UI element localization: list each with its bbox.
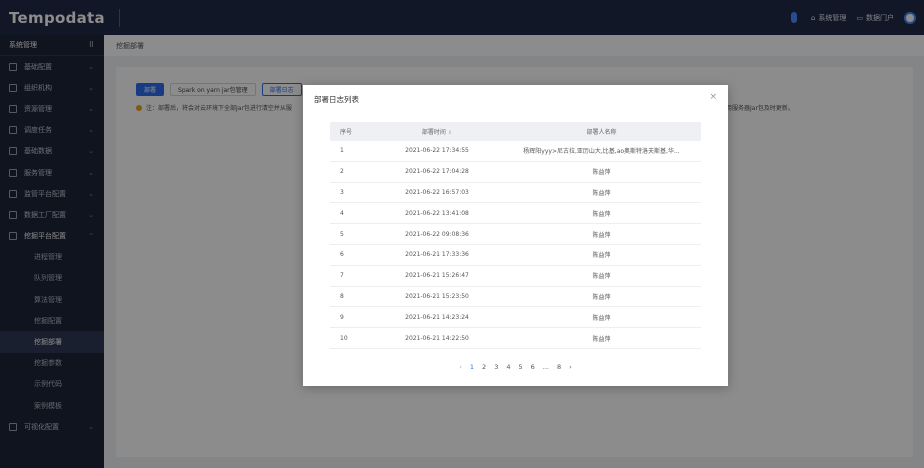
table-row: 4 2021-06-22 13:41:08 陈益萍 xyxy=(330,203,701,225)
cell-user: 陈益萍 xyxy=(592,293,611,301)
col-time[interactable]: 部署时间 ⇕ xyxy=(372,127,502,136)
page-2[interactable]: 2 xyxy=(482,363,486,371)
cell-time: 2021-06-22 17:04:28 xyxy=(405,168,469,176)
page-1[interactable]: 1 xyxy=(470,363,474,371)
table-row: 3 2021-06-22 16:57:03 陈益萍 xyxy=(330,183,701,204)
cell-user: 陈益萍 xyxy=(592,210,611,218)
table-row: 5 2021-06-22 09:08:36 陈益萍 xyxy=(330,224,701,245)
table-body: 1 2021-06-22 17:34:55 杨辉阳yyy>尼古拉,亚历山大,比基,a… xyxy=(330,141,701,349)
cell-index: 3 xyxy=(340,188,344,196)
table-row: 1 2021-06-22 17:34:55 杨辉阳yyy>尼古拉,亚历山大,比基,a… xyxy=(330,141,701,162)
deploy-log-modal: 部署日志列表 × 序号 部署时间 ⇕ 部署人名称 1 2021-06-22 17:3… xyxy=(303,85,728,386)
table-row: 9 2021-06-21 14:23:24 陈益萍 xyxy=(330,307,701,329)
table-row: 6 2021-06-21 17:33:36 陈益萍 xyxy=(330,245,701,266)
col-user: 部署人名称 xyxy=(586,129,617,136)
page-6[interactable]: 6 xyxy=(531,363,535,371)
cell-time: 2021-06-22 13:41:08 xyxy=(405,209,469,217)
table-row: 7 2021-06-21 15:26:47 陈益萍 xyxy=(330,266,701,287)
modal-title: 部署日志列表 xyxy=(314,95,359,104)
table-row: 2 2021-06-22 17:04:28 陈益萍 xyxy=(330,162,701,183)
cell-index: 7 xyxy=(340,272,344,280)
cell-user: 陈益萍 xyxy=(592,335,611,343)
sort-icon[interactable]: ⇕ xyxy=(448,130,452,136)
cell-time: 2021-06-21 14:23:24 xyxy=(405,313,469,321)
col-index: 序号 xyxy=(340,129,353,136)
table-row: 10 2021-06-21 14:22:50 陈益萍 xyxy=(330,328,701,349)
cell-index: 10 xyxy=(340,334,348,342)
cell-user: 杨辉阳yyy>尼古拉,亚历山大,比基,ao奥斯特洛夫斯基,华... xyxy=(523,148,680,156)
page-5[interactable]: 5 xyxy=(518,363,522,371)
page-8[interactable]: 8 xyxy=(557,363,561,371)
pagination: ‹ 1 2 3 4 5 6... 8 › xyxy=(303,363,728,371)
cell-time: 2021-06-21 17:33:36 xyxy=(405,251,469,259)
table-header: 序号 部署时间 ⇕ 部署人名称 xyxy=(330,122,701,141)
cell-user: 陈益萍 xyxy=(592,252,611,260)
cell-index: 4 xyxy=(340,209,344,217)
cell-index: 5 xyxy=(340,230,344,238)
table-row: 8 2021-06-21 15:23:50 陈益萍 xyxy=(330,287,701,308)
cell-index: 8 xyxy=(340,292,344,300)
cell-index: 1 xyxy=(340,147,344,155)
cell-user: 陈益萍 xyxy=(592,314,611,322)
cell-user: 陈益萍 xyxy=(592,189,611,197)
cell-index: 9 xyxy=(340,313,344,321)
cell-index: 6 xyxy=(340,251,344,259)
cell-time: 2021-06-22 17:34:55 xyxy=(405,147,469,155)
cell-time: 2021-06-21 15:23:50 xyxy=(405,292,469,300)
cell-time: 2021-06-21 15:26:47 xyxy=(405,272,469,280)
page-4[interactable]: 4 xyxy=(506,363,510,371)
cell-time: 2021-06-22 09:08:36 xyxy=(405,230,469,238)
prev-page-button[interactable]: ‹ xyxy=(459,363,462,371)
close-icon[interactable]: × xyxy=(709,92,717,102)
cell-time: 2021-06-21 14:22:50 xyxy=(405,334,469,342)
next-page-button[interactable]: › xyxy=(569,363,572,371)
cell-user: 陈益萍 xyxy=(592,273,611,281)
page-3[interactable]: 3 xyxy=(494,363,498,371)
cell-user: 陈益萍 xyxy=(592,169,611,177)
page-7[interactable]: ... xyxy=(543,363,549,371)
cell-index: 2 xyxy=(340,168,344,176)
cell-time: 2021-06-22 16:57:03 xyxy=(405,188,469,196)
cell-user: 陈益萍 xyxy=(592,231,611,239)
deploy-log-table: 序号 部署时间 ⇕ 部署人名称 1 2021-06-22 17:34:55 杨辉阳yy… xyxy=(330,122,701,349)
col-time-label: 部署时间 xyxy=(421,129,446,136)
